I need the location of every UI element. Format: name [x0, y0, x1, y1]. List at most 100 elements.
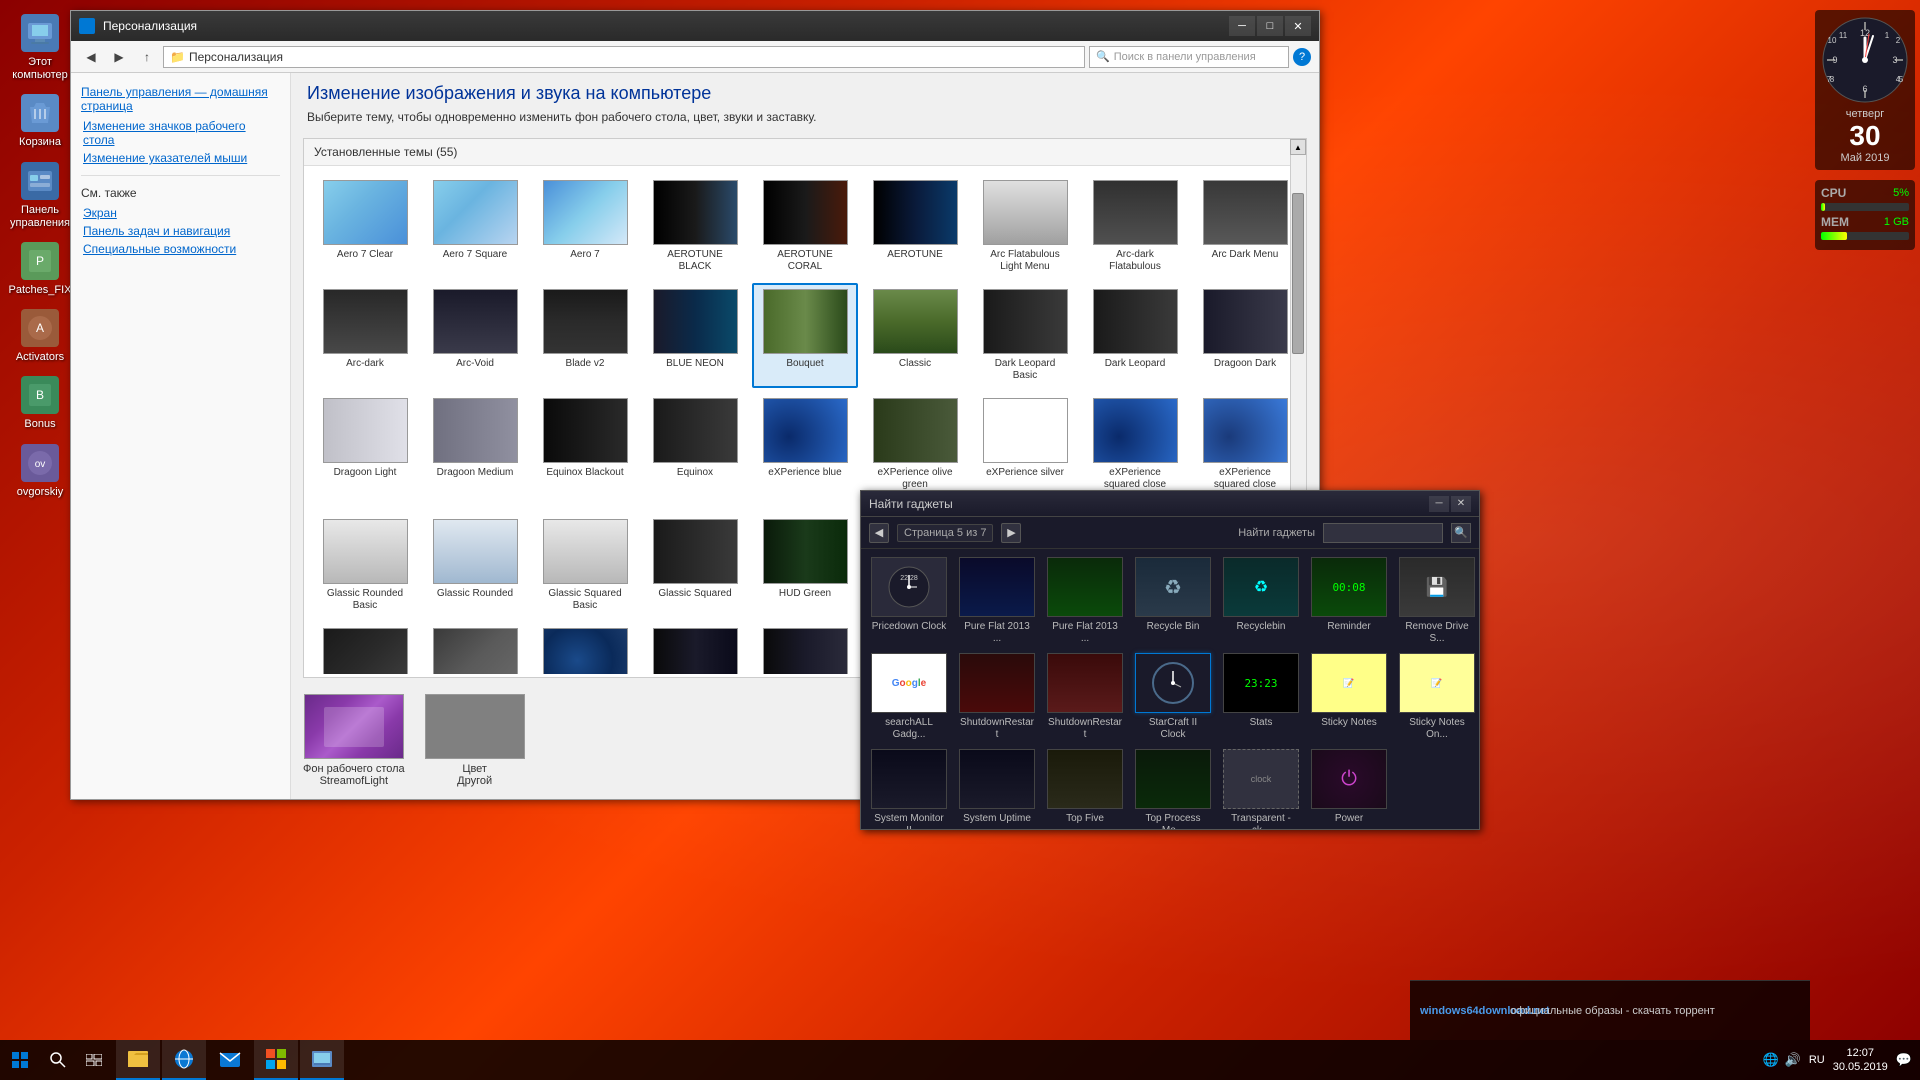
- close-button[interactable]: ✕: [1285, 16, 1311, 36]
- gadgets-search-button[interactable]: 🔍: [1451, 523, 1471, 543]
- gadget-item-searchall[interactable]: GooglesearchALL Gadg...: [869, 653, 949, 741]
- desktop-icon-computer[interactable]: Этот компьютер: [4, 10, 76, 86]
- theme-item-blade-v2[interactable]: Blade v2: [532, 283, 638, 388]
- desktop-icon-ovgorskiy[interactable]: ov ovgorskiy: [4, 440, 76, 503]
- theme-item-equinox-black[interactable]: Equinox Blackout: [532, 392, 638, 509]
- wallpaper-item[interactable]: Фон рабочего стола StreamofLight: [303, 694, 405, 787]
- gadget-item-recyclebin2[interactable]: ♻Recyclebin: [1221, 557, 1301, 645]
- gadget-item-reminder[interactable]: 00:08Reminder: [1309, 557, 1389, 645]
- gadget-item-recycle-bin[interactable]: ♻Recycle Bin: [1133, 557, 1213, 645]
- theme-item-dragoon-medium[interactable]: Dragoon Medium: [422, 392, 528, 509]
- nav-home-link[interactable]: Панель управления — домашняя страница: [81, 85, 280, 113]
- taskbar-app-explorer[interactable]: [116, 1040, 160, 1080]
- gadget-item-system-monitor2[interactable]: System Monitor II: [869, 749, 949, 829]
- theme-item-arc-void[interactable]: Arc-Void: [422, 283, 528, 388]
- theme-item-aerotune[interactable]: AEROTUNE: [862, 174, 968, 279]
- taskbar-app-ie[interactable]: [162, 1040, 206, 1080]
- taskbar-app-winstore[interactable]: [254, 1040, 298, 1080]
- gadgets-search-input[interactable]: [1323, 523, 1443, 543]
- scrollbar-up-button[interactable]: ▲: [1290, 139, 1306, 155]
- theme-item-maverick-dark[interactable]: Maverick 10 Flat Darker: [312, 622, 418, 674]
- gadget-item-shutdown-restart1[interactable]: ShutdownRestart: [957, 653, 1037, 741]
- theme-item-equinox[interactable]: Equinox: [642, 392, 748, 509]
- nav-link-icons[interactable]: Изменение значков рабочего стола: [81, 119, 280, 147]
- theme-item-aerotune-black[interactable]: AEROTUNE BLACK: [642, 174, 748, 279]
- theme-item-dragoon-light[interactable]: Dragoon Light: [312, 392, 418, 509]
- search-bar[interactable]: 🔍 Поиск в панели управления: [1089, 46, 1289, 68]
- theme-item-glassic-squared[interactable]: Glassic Squared: [642, 513, 748, 618]
- gadget-item-starcraft-clock[interactable]: StarCraft II Clock: [1133, 653, 1213, 741]
- desktop-icon-activators-label: Activators: [16, 351, 64, 364]
- minimize-button[interactable]: ─: [1229, 16, 1255, 36]
- theme-item-classic[interactable]: Classic: [862, 283, 968, 388]
- gadget-item-shutdown-restart2[interactable]: ShutdownRestart: [1045, 653, 1125, 741]
- nav-link-mouse[interactable]: Изменение указателей мыши: [81, 151, 280, 165]
- gadget-item-stats[interactable]: 23:23Stats: [1221, 653, 1301, 741]
- taskbar-app-mail[interactable]: [208, 1040, 252, 1080]
- gadget-item-pure-flat-2013-1[interactable]: Pure Flat 2013 ...: [957, 557, 1037, 645]
- theme-item-arc-dark-flat[interactable]: Arc-dark Flatabulous: [1082, 174, 1188, 279]
- svg-text:P: P: [36, 254, 44, 268]
- gadget-item-power[interactable]: ⏻Power: [1309, 749, 1389, 829]
- language-indicator[interactable]: RU: [1809, 1054, 1825, 1066]
- theme-item-glassic-squared-basic[interactable]: Glassic Squared Basic: [532, 513, 638, 618]
- theme-item-blue-neon[interactable]: BLUE NEON: [642, 283, 748, 388]
- theme-item-hud-green[interactable]: HUD Green: [752, 513, 858, 618]
- up-button[interactable]: ↑: [135, 45, 159, 69]
- gadget-item-remove-drive[interactable]: 💾Remove Drive S...: [1397, 557, 1477, 645]
- task-view-button[interactable]: [76, 1042, 112, 1078]
- desktop-icon-panel[interactable]: Панель управления: [4, 158, 76, 234]
- theme-item-arc-dark[interactable]: Arc-dark: [312, 283, 418, 388]
- address-bar[interactable]: 📁 Персонализация: [163, 46, 1085, 68]
- nav-link-accessibility[interactable]: Специальные возможности: [81, 242, 280, 256]
- theme-item-dragoon-dark[interactable]: Dragoon Dark: [1192, 283, 1298, 388]
- gadget-item-transparent-ck[interactable]: clockTransparent - ck...: [1221, 749, 1301, 829]
- back-button[interactable]: ◀: [79, 45, 103, 69]
- theme-item-aero7[interactable]: Aero 7: [532, 174, 638, 279]
- gadget-item-top-process[interactable]: Top Process Mo...: [1133, 749, 1213, 829]
- mem-bar-fill: [1821, 232, 1847, 240]
- desktop-icon-basket[interactable]: Корзина: [4, 90, 76, 153]
- nav-link-screen[interactable]: Экран: [81, 206, 280, 220]
- taskbar-app-personalize[interactable]: [300, 1040, 344, 1080]
- desktop-icon-bonus[interactable]: B Bonus: [4, 372, 76, 435]
- gadget-item-pure-flat-2013-2[interactable]: Pure Flat 2013 ...: [1045, 557, 1125, 645]
- color-item[interactable]: Цвет Другой: [425, 694, 525, 787]
- gadget-item-system-uptime[interactable]: System Uptime ...: [957, 749, 1037, 829]
- maximize-button[interactable]: □: [1257, 16, 1283, 36]
- gadget-item-sticky-notes-on[interactable]: 📝Sticky Notes On...: [1397, 653, 1477, 741]
- desktop-icon-activators[interactable]: A Activators: [4, 305, 76, 368]
- theme-item-dark-leopard[interactable]: Dark Leopard: [1082, 283, 1188, 388]
- gadget-item-top-five[interactable]: Top Five: [1045, 749, 1125, 829]
- theme-item-arc-dark-menu[interactable]: Arc Dark Menu: [1192, 174, 1298, 279]
- address-text: Персонализация: [189, 50, 283, 64]
- gadget-item-sticky-notes1[interactable]: 📝Sticky Notes: [1309, 653, 1389, 741]
- theme-item-aero7clear[interactable]: Aero 7 Clear: [312, 174, 418, 279]
- gadgets-minimize[interactable]: ─: [1429, 496, 1449, 512]
- svg-text:4: 4: [1896, 75, 1901, 84]
- theme-item-metro-x[interactable]: Metro X: [532, 622, 638, 674]
- gadget-item-pricedown[interactable]: 22:28Pricedown Clock: [869, 557, 949, 645]
- theme-item-glassic-rounded-basic[interactable]: Glassic Rounded Basic: [312, 513, 418, 618]
- theme-item-dark-leopard-basic[interactable]: Dark Leopard Basic: [972, 283, 1078, 388]
- taskbar-search-button[interactable]: [40, 1042, 76, 1078]
- theme-item-maverick-lighter[interactable]: Maverick 10 Flat Lighter: [422, 622, 528, 674]
- nav-link-taskbar[interactable]: Панель задач и навигация: [81, 224, 280, 238]
- theme-item-arc-flat-light[interactable]: Arc Flatabulous Light Menu: [972, 174, 1078, 279]
- theme-item-experience-blue[interactable]: eXPerience blue: [752, 392, 858, 509]
- gadgets-close[interactable]: ✕: [1451, 496, 1471, 512]
- forward-button[interactable]: ▶: [107, 45, 131, 69]
- desktop-icon-patches[interactable]: P Patches_FIX: [4, 238, 76, 301]
- theme-item-overwatch-dark[interactable]: Overwatch Dark: [642, 622, 748, 674]
- help-button[interactable]: ?: [1293, 48, 1311, 66]
- scrollbar-thumb[interactable]: [1292, 193, 1304, 354]
- theme-item-glassic-rounded[interactable]: Glassic Rounded: [422, 513, 528, 618]
- theme-item-aero7square[interactable]: Aero 7 Square: [422, 174, 528, 279]
- theme-item-overwatch[interactable]: Overwatch: [752, 622, 858, 674]
- theme-item-aerotune-coral[interactable]: AEROTUNE CORAL: [752, 174, 858, 279]
- gadgets-prev-button[interactable]: ◀: [869, 523, 889, 543]
- start-button[interactable]: [0, 1040, 40, 1080]
- theme-item-bouquet[interactable]: Bouquet: [752, 283, 858, 388]
- gadgets-next-button[interactable]: ▶: [1001, 523, 1021, 543]
- notification-button[interactable]: 💬: [1896, 1052, 1912, 1068]
